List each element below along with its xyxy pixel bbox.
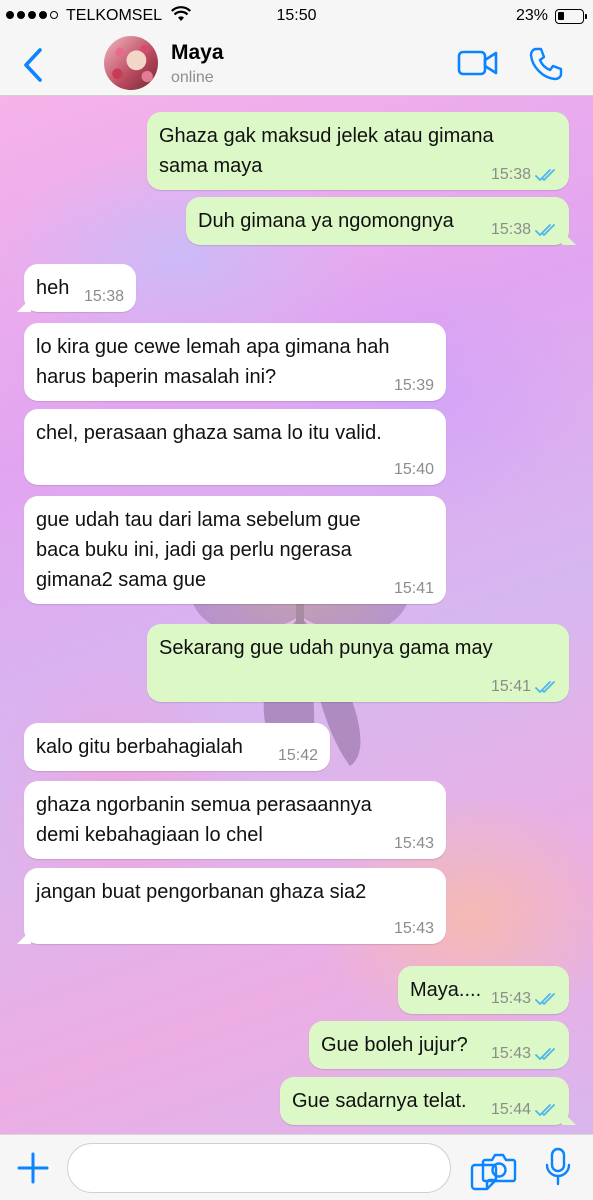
message-timestamp: 15:38: [84, 288, 124, 306]
message-timestamp: 15:44: [491, 1101, 559, 1119]
message-time: 15:41: [490, 678, 531, 695]
message-timestamp: 15:43: [394, 920, 434, 938]
chevron-left-icon[interactable]: [18, 46, 50, 84]
message-text: Sekarang gue udah punya gama may: [159, 637, 493, 659]
battery-icon: [555, 9, 587, 24]
incoming-message-bubble[interactable]: lo kira gue cewe lemah apa gimana hah ha…: [24, 323, 446, 401]
message-time: 15:42: [277, 747, 318, 764]
message-time: 15:38: [83, 288, 124, 305]
incoming-message-bubble[interactable]: heh 15:38: [24, 264, 136, 312]
message-timestamp: 15:43: [491, 990, 559, 1008]
microphone-icon[interactable]: [545, 1147, 571, 1187]
message-timestamp: 15:41: [491, 678, 559, 696]
message-timestamp: 15:38: [491, 166, 559, 184]
outgoing-message-bubble[interactable]: Gue boleh jujur? 15:43: [309, 1021, 569, 1069]
battery-percentage: 23%: [515, 7, 548, 24]
battery-level-fill: [558, 12, 564, 20]
message-text: chel, perasaan ghaza sama lo itu valid.: [36, 422, 382, 444]
chat-header: Maya online: [0, 34, 593, 96]
message-input-bar: [0, 1134, 593, 1200]
message-time: 15:38: [490, 221, 531, 238]
message-field[interactable]: [67, 1143, 498, 1193]
message-time: 15:38: [490, 166, 531, 183]
message-input[interactable]: [84, 1154, 394, 1182]
message-timestamp: 15:40: [394, 461, 434, 479]
message-text: jangan buat pengorbanan ghaza sia2: [36, 881, 367, 903]
incoming-message-bubble[interactable]: jangan buat pengorbanan ghaza sia2 15:43: [24, 868, 446, 944]
status-bar: TELKOMSEL 15:50 23%: [0, 0, 593, 34]
message-time: 15:40: [393, 461, 434, 478]
message-timestamp: 15:41: [394, 580, 434, 598]
message-time: 15:43: [490, 1045, 531, 1062]
message-text: kalo gitu berbahagialah: [36, 736, 243, 758]
outgoing-message-bubble[interactable]: Ghaza gak maksud jelek atau gimana sama …: [147, 112, 569, 190]
incoming-message-bubble[interactable]: kalo gitu berbahagialah 15:42: [24, 723, 330, 771]
message-time: 15:39: [393, 377, 434, 394]
read-receipt-icon: [535, 224, 555, 236]
read-receipt-icon: [535, 993, 555, 1005]
outgoing-message-bubble[interactable]: Sekarang gue udah punya gama may 15:41: [147, 624, 569, 702]
message-time: 15:44: [490, 1101, 531, 1118]
contact-avatar[interactable]: [104, 36, 158, 90]
message-time: 15:43: [393, 835, 434, 852]
incoming-message-bubble[interactable]: chel, perasaan ghaza sama lo itu valid. 1…: [24, 409, 446, 485]
incoming-message-bubble[interactable]: gue udah tau dari lama sebelum gue baca …: [24, 496, 446, 604]
message-text: gue udah tau dari lama sebelum gue baca …: [36, 509, 361, 591]
contact-name[interactable]: Maya: [171, 41, 224, 65]
message-text: ghaza ngorbanin semua perasaannya demi k…: [36, 794, 372, 846]
contact-status: online: [171, 69, 214, 86]
message-time: 15:41: [393, 580, 434, 597]
message-text: lo kira gue cewe lemah apa gimana hah ha…: [36, 336, 390, 388]
read-receipt-icon: [535, 1048, 555, 1060]
message-timestamp: 15:38: [491, 221, 559, 239]
read-receipt-icon: [535, 681, 555, 693]
phone-call-icon[interactable]: [528, 46, 564, 82]
status-time: 15:50: [276, 7, 317, 24]
read-receipt-icon: [535, 169, 555, 181]
read-receipt-icon: [535, 1104, 555, 1116]
incoming-message-bubble[interactable]: ghaza ngorbanin semua perasaannya demi k…: [24, 781, 446, 859]
message-timestamp: 15:43: [394, 835, 434, 853]
plus-icon[interactable]: [16, 1151, 50, 1185]
chat-area[interactable]: Ghaza gak maksud jelek atau gimana sama …: [0, 96, 593, 1134]
outgoing-message-bubble[interactable]: Maya.... 15:43: [398, 966, 569, 1014]
message-timestamp: 15:39: [394, 377, 434, 395]
message-timestamp: 15:43: [491, 1045, 559, 1063]
outgoing-message-bubble[interactable]: Duh gimana ya ngomongnya 15:38: [186, 197, 569, 245]
message-timestamp: 15:42: [278, 747, 318, 765]
video-call-icon[interactable]: [457, 48, 499, 78]
message-time: 15:43: [490, 990, 531, 1007]
outgoing-message-bubble[interactable]: Gue sadarnya telat. 15:44: [280, 1077, 569, 1125]
camera-icon[interactable]: [481, 1152, 517, 1184]
message-time: 15:43: [393, 920, 434, 937]
